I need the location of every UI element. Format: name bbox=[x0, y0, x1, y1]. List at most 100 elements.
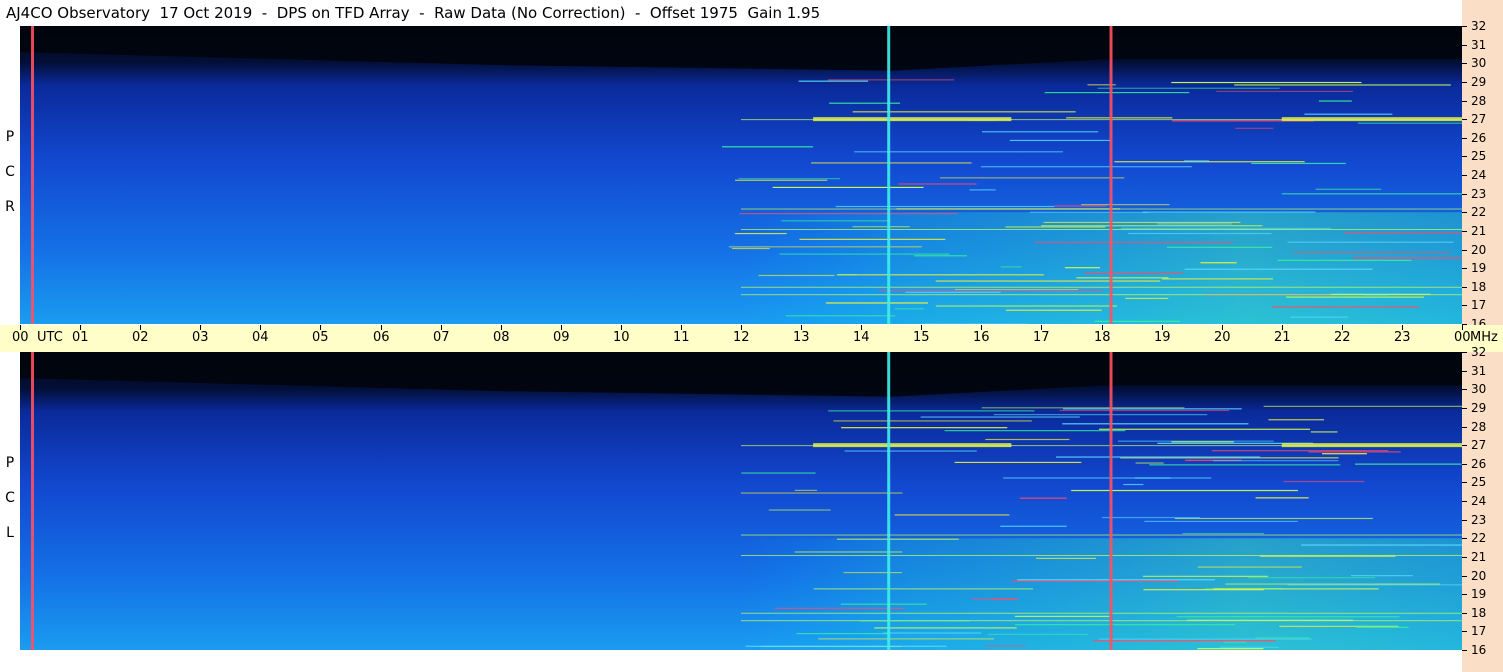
noise-streak bbox=[836, 538, 959, 540]
freq-tick bbox=[1462, 650, 1467, 651]
freq-tick-label: 30 bbox=[1471, 56, 1487, 70]
noise-streak bbox=[1000, 266, 1022, 268]
freq-tick bbox=[1462, 594, 1467, 595]
lcp-spectrogram bbox=[20, 352, 1462, 650]
rcp-panel-label: P C R bbox=[3, 120, 17, 225]
noise-streak bbox=[972, 598, 1016, 600]
carrier-line bbox=[741, 534, 1462, 536]
freq-tick-label: 32 bbox=[1471, 345, 1487, 359]
noise-streak bbox=[894, 308, 924, 310]
noise-streak bbox=[813, 588, 1033, 590]
freq-tick-label: 26 bbox=[1471, 457, 1487, 471]
noise-streak bbox=[1184, 268, 1373, 270]
freq-tick-label: 27 bbox=[1471, 112, 1487, 126]
noise-streak bbox=[1003, 477, 1212, 479]
noise-streak bbox=[1315, 188, 1382, 190]
noise-streak bbox=[985, 438, 1070, 441]
freq-tick bbox=[1462, 408, 1467, 409]
noise-streak bbox=[1114, 161, 1305, 163]
freq-tick-label: 26 bbox=[1471, 131, 1487, 145]
noise-streak bbox=[894, 514, 1010, 516]
noise-streak bbox=[1219, 646, 1279, 648]
noise-streak bbox=[1216, 90, 1353, 93]
noise-streak bbox=[939, 177, 1125, 179]
noise-streak bbox=[1255, 497, 1309, 499]
noise-streak bbox=[852, 226, 910, 228]
freq-tick-label: 17 bbox=[1471, 298, 1487, 312]
pol-letter: P bbox=[5, 129, 15, 145]
freq-tick bbox=[1462, 250, 1467, 251]
lcp-panel-label: P C L bbox=[3, 446, 17, 551]
freq-tick-label: 22 bbox=[1471, 205, 1487, 219]
noise-streak bbox=[1268, 419, 1325, 421]
noise-streak bbox=[798, 80, 869, 82]
noise-streak bbox=[844, 450, 977, 452]
noise-streak bbox=[854, 151, 1063, 153]
carrier-line bbox=[741, 612, 1462, 614]
freq-tick bbox=[1462, 427, 1467, 428]
carrier-line bbox=[741, 119, 1462, 121]
noise-streak bbox=[1344, 232, 1462, 234]
freq-tick bbox=[1462, 287, 1467, 288]
noise-streak bbox=[1005, 226, 1106, 228]
noise-streak bbox=[1059, 409, 1230, 412]
freq-tick-label: 27 bbox=[1471, 438, 1487, 452]
noise-streak bbox=[1076, 277, 1169, 279]
noise-streak bbox=[758, 274, 835, 277]
noise-streak bbox=[883, 632, 982, 634]
freq-tick-label: 19 bbox=[1471, 261, 1487, 275]
time-tick-label: 12 bbox=[733, 330, 750, 345]
noise-streak bbox=[1034, 241, 1233, 243]
freq-tick-label: 32 bbox=[1471, 19, 1487, 33]
freq-tick bbox=[1462, 45, 1467, 46]
time-tick-label: 01 bbox=[72, 330, 89, 345]
noise-streak bbox=[1127, 232, 1272, 235]
noise-streak bbox=[1121, 227, 1331, 230]
noise-streak bbox=[1035, 557, 1097, 559]
noise-streak bbox=[1000, 525, 1067, 527]
carrier-line bbox=[741, 229, 1462, 231]
noise-streak bbox=[1255, 637, 1310, 639]
noise-streak bbox=[1212, 450, 1389, 452]
freq-tick bbox=[1462, 268, 1467, 269]
noise-streak bbox=[739, 213, 958, 215]
noise-streak bbox=[728, 246, 922, 248]
vertical-interference-line bbox=[887, 26, 891, 324]
noise-streak bbox=[874, 627, 1017, 629]
freq-tick bbox=[1462, 371, 1467, 372]
pol-letter: L bbox=[6, 525, 14, 541]
noise-streak bbox=[1143, 589, 1264, 591]
freq-tick bbox=[1462, 445, 1467, 446]
freq-tick bbox=[1462, 138, 1467, 139]
freq-tick-label: 29 bbox=[1471, 75, 1487, 89]
freq-tick-label: 30 bbox=[1471, 382, 1487, 396]
noise-streak bbox=[1225, 583, 1441, 585]
freq-tick-label: 23 bbox=[1471, 513, 1487, 527]
noise-streak bbox=[841, 427, 1008, 429]
noise-streak bbox=[1084, 272, 1183, 274]
noise-streak bbox=[969, 189, 996, 191]
noise-streak bbox=[981, 131, 1099, 133]
time-tick-label: 00 bbox=[12, 330, 29, 345]
noise-streak bbox=[1308, 451, 1401, 453]
noise-streak bbox=[1247, 577, 1376, 579]
rcp-frequency-axis: 32 31 30 29 28 27 26 25 24 23 22 21 20 19 18 17 16 bbox=[1462, 20, 1503, 330]
carrier-line bbox=[741, 208, 1462, 210]
noise-streak bbox=[1301, 544, 1462, 546]
freq-tick-label: 18 bbox=[1471, 280, 1487, 294]
noise-streak bbox=[1014, 624, 1236, 626]
noise-streak bbox=[828, 410, 1035, 412]
freq-tick bbox=[1462, 101, 1467, 102]
noise-streak bbox=[1171, 441, 1234, 443]
freq-tick-label: 17 bbox=[1471, 624, 1487, 638]
noise-streak bbox=[1356, 626, 1409, 628]
noise-streak bbox=[1017, 579, 1216, 581]
freq-tick-label: 24 bbox=[1471, 168, 1487, 182]
noise-streak bbox=[1310, 431, 1338, 433]
noise-streak bbox=[1094, 320, 1181, 322]
noise-streak bbox=[779, 253, 950, 255]
carrier-line bbox=[741, 286, 1462, 288]
freq-tick-label: 19 bbox=[1471, 587, 1487, 601]
noise-streak bbox=[985, 645, 1026, 647]
freq-tick bbox=[1462, 464, 1467, 465]
